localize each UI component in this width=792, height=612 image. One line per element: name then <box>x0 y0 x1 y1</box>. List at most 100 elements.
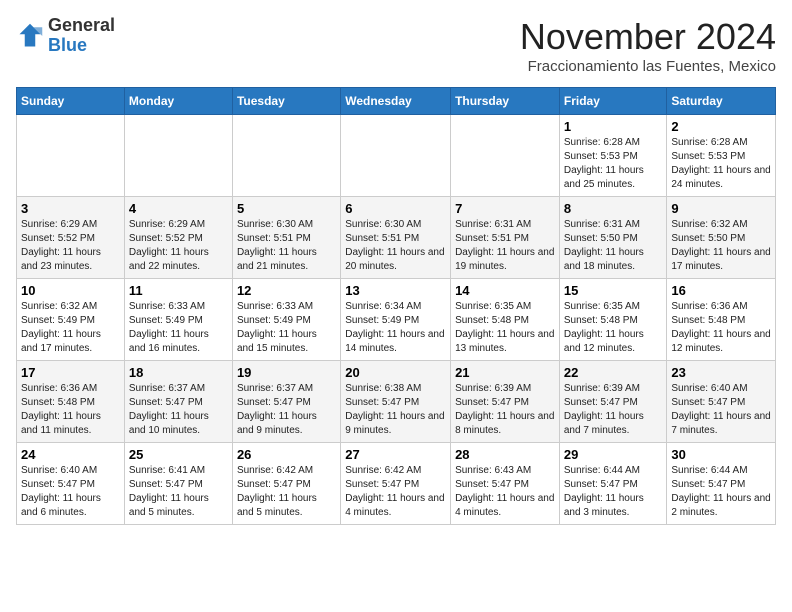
cell-sun-info: Sunrise: 6:28 AM Sunset: 5:53 PM Dayligh… <box>564 136 663 192</box>
cell-sun-info: Sunrise: 6:29 AM Sunset: 5:52 PM Dayligh… <box>129 218 228 274</box>
day-number: 2 <box>671 119 771 134</box>
table-row: 10 Sunrise: 6:32 AM Sunset: 5:49 PM Dayli… <box>17 279 125 361</box>
day-number: 11 <box>129 283 228 298</box>
logo-blue-text: Blue <box>48 35 87 55</box>
table-row: 27 Sunrise: 6:42 AM Sunset: 5:47 PM Dayli… <box>341 443 451 525</box>
day-number: 29 <box>564 447 663 462</box>
cell-sun-info: Sunrise: 6:34 AM Sunset: 5:49 PM Dayligh… <box>345 300 446 356</box>
table-row: 1 Sunrise: 6:28 AM Sunset: 5:53 PM Daylig… <box>559 115 667 197</box>
col-header-sunday: Sunday <box>17 88 125 115</box>
day-number: 9 <box>671 201 771 216</box>
day-number: 8 <box>564 201 663 216</box>
table-row: 14 Sunrise: 6:35 AM Sunset: 5:48 PM Dayli… <box>451 279 560 361</box>
cell-sun-info: Sunrise: 6:30 AM Sunset: 5:51 PM Dayligh… <box>345 218 446 274</box>
table-row: 11 Sunrise: 6:33 AM Sunset: 5:49 PM Dayli… <box>124 279 232 361</box>
table-row <box>451 115 560 197</box>
table-row: 15 Sunrise: 6:35 AM Sunset: 5:48 PM Dayli… <box>559 279 667 361</box>
table-row: 16 Sunrise: 6:36 AM Sunset: 5:48 PM Dayli… <box>667 279 776 361</box>
day-number: 15 <box>564 283 663 298</box>
day-number: 20 <box>345 365 446 380</box>
day-number: 19 <box>237 365 336 380</box>
table-row: 23 Sunrise: 6:40 AM Sunset: 5:47 PM Dayli… <box>667 361 776 443</box>
day-number: 10 <box>21 283 120 298</box>
table-row: 2 Sunrise: 6:28 AM Sunset: 5:53 PM Daylig… <box>667 115 776 197</box>
cell-sun-info: Sunrise: 6:33 AM Sunset: 5:49 PM Dayligh… <box>129 300 228 356</box>
day-number: 7 <box>455 201 555 216</box>
cell-sun-info: Sunrise: 6:38 AM Sunset: 5:47 PM Dayligh… <box>345 382 446 438</box>
day-number: 18 <box>129 365 228 380</box>
table-row: 8 Sunrise: 6:31 AM Sunset: 5:50 PM Daylig… <box>559 197 667 279</box>
table-row: 4 Sunrise: 6:29 AM Sunset: 5:52 PM Daylig… <box>124 197 232 279</box>
cell-sun-info: Sunrise: 6:39 AM Sunset: 5:47 PM Dayligh… <box>564 382 663 438</box>
logo-general-text: General <box>48 15 115 35</box>
day-number: 23 <box>671 365 771 380</box>
cell-sun-info: Sunrise: 6:33 AM Sunset: 5:49 PM Dayligh… <box>237 300 336 356</box>
table-row: 30 Sunrise: 6:44 AM Sunset: 5:47 PM Dayli… <box>667 443 776 525</box>
cell-sun-info: Sunrise: 6:31 AM Sunset: 5:51 PM Dayligh… <box>455 218 555 274</box>
cell-sun-info: Sunrise: 6:44 AM Sunset: 5:47 PM Dayligh… <box>671 464 771 520</box>
day-number: 6 <box>345 201 446 216</box>
table-row: 5 Sunrise: 6:30 AM Sunset: 5:51 PM Daylig… <box>232 197 340 279</box>
day-number: 12 <box>237 283 336 298</box>
header: General Blue November 2024 Fraccionamien… <box>16 16 776 75</box>
cell-sun-info: Sunrise: 6:40 AM Sunset: 5:47 PM Dayligh… <box>21 464 120 520</box>
day-number: 17 <box>21 365 120 380</box>
col-header-thursday: Thursday <box>451 88 560 115</box>
month-title: November 2024 <box>520 16 776 58</box>
table-row: 29 Sunrise: 6:44 AM Sunset: 5:47 PM Dayli… <box>559 443 667 525</box>
cell-sun-info: Sunrise: 6:30 AM Sunset: 5:51 PM Dayligh… <box>237 218 336 274</box>
table-row: 12 Sunrise: 6:33 AM Sunset: 5:49 PM Dayli… <box>232 279 340 361</box>
cell-sun-info: Sunrise: 6:41 AM Sunset: 5:47 PM Dayligh… <box>129 464 228 520</box>
day-number: 21 <box>455 365 555 380</box>
table-row: 9Sunrise: 6:32 AM Sunset: 5:50 PM Daylig… <box>667 197 776 279</box>
cell-sun-info: Sunrise: 6:43 AM Sunset: 5:47 PM Dayligh… <box>455 464 555 520</box>
day-number: 26 <box>237 447 336 462</box>
logo-icon <box>16 22 44 50</box>
day-number: 27 <box>345 447 446 462</box>
day-number: 5 <box>237 201 336 216</box>
table-row: 24Sunrise: 6:40 AM Sunset: 5:47 PM Dayli… <box>17 443 125 525</box>
table-row <box>232 115 340 197</box>
cell-sun-info: Sunrise: 6:32 AM Sunset: 5:49 PM Dayligh… <box>21 300 120 356</box>
table-row: 19 Sunrise: 6:37 AM Sunset: 5:47 PM Dayli… <box>232 361 340 443</box>
day-number: 14 <box>455 283 555 298</box>
cell-sun-info: Sunrise: 6:42 AM Sunset: 5:47 PM Dayligh… <box>237 464 336 520</box>
day-number: 3 <box>21 201 120 216</box>
cell-sun-info: Sunrise: 6:36 AM Sunset: 5:48 PM Dayligh… <box>671 300 771 356</box>
table-row: 6 Sunrise: 6:30 AM Sunset: 5:51 PM Daylig… <box>341 197 451 279</box>
cell-sun-info: Sunrise: 6:42 AM Sunset: 5:47 PM Dayligh… <box>345 464 446 520</box>
calendar-table: SundayMondayTuesdayWednesdayThursdayFrid… <box>16 87 776 525</box>
cell-sun-info: Sunrise: 6:35 AM Sunset: 5:48 PM Dayligh… <box>455 300 555 356</box>
cell-sun-info: Sunrise: 6:39 AM Sunset: 5:47 PM Dayligh… <box>455 382 555 438</box>
table-row: 28 Sunrise: 6:43 AM Sunset: 5:47 PM Dayli… <box>451 443 560 525</box>
col-header-monday: Monday <box>124 88 232 115</box>
day-number: 28 <box>455 447 555 462</box>
cell-sun-info: Sunrise: 6:44 AM Sunset: 5:47 PM Dayligh… <box>564 464 663 520</box>
day-number: 25 <box>129 447 228 462</box>
table-row: 13 Sunrise: 6:34 AM Sunset: 5:49 PM Dayli… <box>341 279 451 361</box>
table-row <box>341 115 451 197</box>
cell-sun-info: Sunrise: 6:36 AM Sunset: 5:48 PM Dayligh… <box>21 382 120 438</box>
cell-sun-info: Sunrise: 6:37 AM Sunset: 5:47 PM Dayligh… <box>129 382 228 438</box>
table-row: 25 Sunrise: 6:41 AM Sunset: 5:47 PM Dayli… <box>124 443 232 525</box>
logo: General Blue <box>16 16 115 56</box>
cell-sun-info: Sunrise: 6:40 AM Sunset: 5:47 PM Dayligh… <box>671 382 771 438</box>
col-header-saturday: Saturday <box>667 88 776 115</box>
day-number: 1 <box>564 119 663 134</box>
cell-sun-info: Sunrise: 6:28 AM Sunset: 5:53 PM Dayligh… <box>671 136 771 192</box>
table-row: 22 Sunrise: 6:39 AM Sunset: 5:47 PM Dayli… <box>559 361 667 443</box>
day-number: 16 <box>671 283 771 298</box>
title-area: November 2024 Fraccionamiento las Fuente… <box>520 16 776 75</box>
day-number: 30 <box>671 447 771 462</box>
table-row: 17 Sunrise: 6:36 AM Sunset: 5:48 PM Dayli… <box>17 361 125 443</box>
col-header-tuesday: Tuesday <box>232 88 340 115</box>
table-row: 20 Sunrise: 6:38 AM Sunset: 5:47 PM Dayli… <box>341 361 451 443</box>
day-number: 13 <box>345 283 446 298</box>
table-row: 21 Sunrise: 6:39 AM Sunset: 5:47 PM Dayli… <box>451 361 560 443</box>
table-row: 26 Sunrise: 6:42 AM Sunset: 5:47 PM Dayli… <box>232 443 340 525</box>
cell-sun-info: Sunrise: 6:31 AM Sunset: 5:50 PM Dayligh… <box>564 218 663 274</box>
day-number: 4 <box>129 201 228 216</box>
day-number: 22 <box>564 365 663 380</box>
cell-sun-info: Sunrise: 6:35 AM Sunset: 5:48 PM Dayligh… <box>564 300 663 356</box>
cell-sun-info: Sunrise: 6:37 AM Sunset: 5:47 PM Dayligh… <box>237 382 336 438</box>
